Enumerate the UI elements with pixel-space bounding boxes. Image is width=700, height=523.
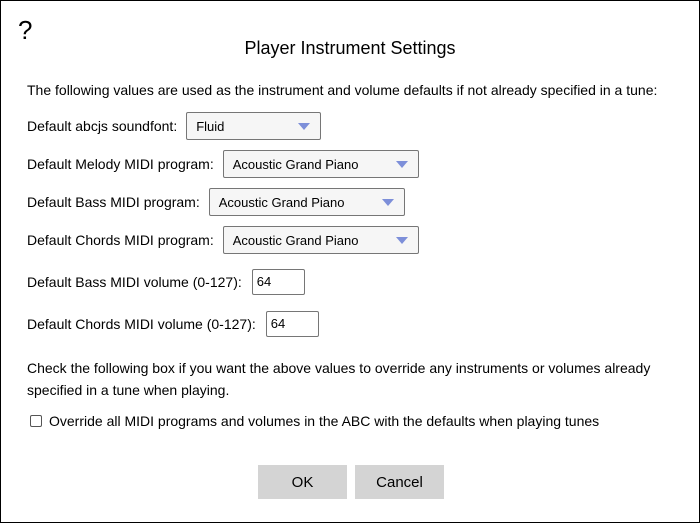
soundfont-label: Default abcjs soundfont: (27, 118, 178, 134)
chevron-down-icon (395, 161, 408, 168)
dialog-title: Player Instrument Settings (244, 38, 456, 58)
chevron-down-icon (395, 237, 408, 244)
override-note: Check the following box if you want the … (27, 360, 651, 398)
chords-volume-label: Default Chords MIDI volume (0-127): (27, 316, 256, 332)
soundfont-value: Fluid (196, 118, 225, 134)
chords-row: Default Chords MIDI program: Acoustic Gr… (27, 226, 419, 254)
override-checkbox[interactable] (30, 415, 42, 427)
bass-value: Acoustic Grand Piano (218, 194, 345, 210)
override-row: Override all MIDI programs and volumes i… (30, 413, 599, 429)
chords-volume-row: Default Chords MIDI volume (0-127): 64 (27, 311, 319, 337)
override-checkbox-label: Override all MIDI programs and volumes i… (49, 413, 600, 429)
bass-volume-label: Default Bass MIDI volume (0-127): (27, 274, 242, 290)
chevron-down-icon (381, 199, 394, 206)
bass-volume-input[interactable]: 64 (251, 269, 305, 295)
melody-select[interactable]: Acoustic Grand Piano (222, 150, 419, 178)
chords-label: Default Chords MIDI program: (27, 232, 214, 248)
soundfont-row: Default abcjs soundfont: Fluid (27, 112, 322, 140)
soundfont-select[interactable]: Fluid (186, 112, 322, 140)
chords-select[interactable]: Acoustic Grand Piano (222, 226, 419, 254)
bass-row: Default Bass MIDI program: Acoustic Gran… (27, 188, 405, 216)
bass-select[interactable]: Acoustic Grand Piano (208, 188, 405, 216)
bass-label: Default Bass MIDI program: (27, 194, 200, 210)
chords-value: Acoustic Grand Piano (232, 232, 359, 248)
bass-volume-row: Default Bass MIDI volume (0-127): 64 (27, 269, 305, 295)
melody-value: Acoustic Grand Piano (232, 156, 359, 172)
melody-row: Default Melody MIDI program: Acoustic Gr… (27, 150, 419, 178)
player-instrument-settings-dialog: ? Player Instrument Settings The followi… (0, 0, 700, 523)
intro-text: The following values are used as the ins… (27, 82, 658, 98)
ok-button[interactable]: OK (258, 465, 347, 499)
chevron-down-icon (298, 123, 311, 130)
melody-label: Default Melody MIDI program: (27, 156, 214, 172)
chords-volume-input[interactable]: 64 (265, 311, 319, 337)
cancel-button[interactable]: Cancel (355, 465, 444, 499)
